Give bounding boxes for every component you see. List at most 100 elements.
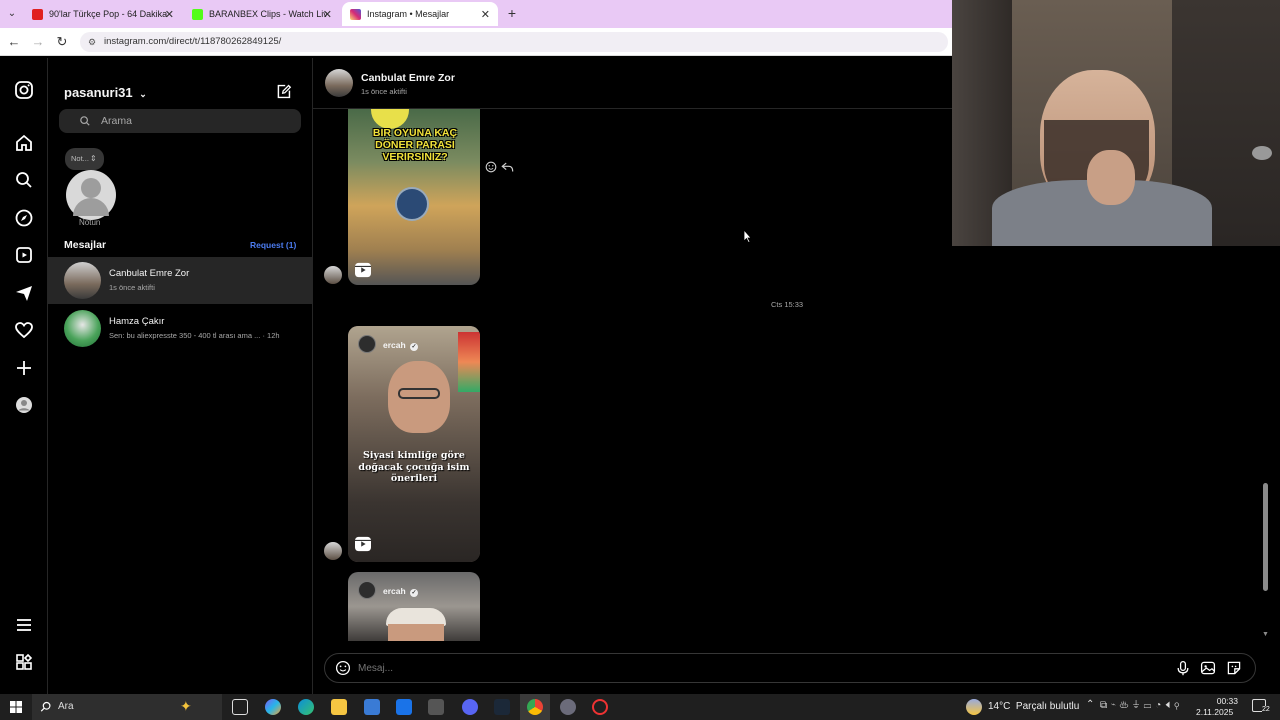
more-menu-icon[interactable] [14, 615, 34, 635]
store-icon[interactable] [364, 699, 380, 715]
shared-reel-card[interactable]: BIR OYUNA KAÇ DÖNER PARASI VERIRSINIZ? [348, 109, 480, 285]
chrome-icon[interactable] [527, 699, 543, 715]
tab-title: BARANBEX Clips - Watch Live o [209, 9, 327, 19]
tab-baranbex[interactable]: BARANBEX Clips - Watch Live o ✕ [184, 2, 340, 26]
messages-direct-icon[interactable] [14, 283, 34, 303]
conversation-preview-text: Sen: bu aliexpresste 350 - 400 tl arası … [109, 331, 261, 340]
reel-author: ercah ✓ [383, 586, 419, 597]
weather-icon [966, 699, 982, 715]
scrollbar-thumb[interactable] [1263, 483, 1268, 591]
search-icon[interactable] [14, 170, 34, 190]
system-tray-icons[interactable]: ⧉⌁♨⏚▭◔⏴⚲ [1100, 700, 1183, 711]
tab-list-chevron-icon[interactable]: ⌄ [4, 6, 20, 22]
youtube-favicon-icon [32, 8, 43, 20]
windows-start-icon[interactable] [10, 701, 22, 713]
new-tab-plus-icon[interactable]: + [504, 5, 520, 21]
back-arrow-icon[interactable]: ← [6, 34, 22, 50]
clock-time[interactable]: 00:33 [1206, 696, 1238, 706]
updown-icon: ⇕ [90, 154, 97, 163]
outlook-icon[interactable] [396, 699, 412, 715]
sticker-icon[interactable] [1226, 660, 1242, 676]
instagram-favicon-icon [350, 8, 361, 20]
tab-close-icon[interactable]: ✕ [323, 8, 332, 21]
contact-name[interactable]: Canbulat Emre Zor [361, 72, 455, 84]
search-input[interactable]: Arama [59, 109, 301, 133]
background-poster [458, 332, 480, 392]
forward-arrow-icon[interactable]: → [30, 34, 46, 50]
taskbar-search-box[interactable]: Ara ✦ [32, 694, 222, 720]
scroll-down-arrow-icon[interactable]: ▼ [1262, 631, 1269, 638]
messages-header: Mesajlar [64, 239, 107, 251]
search-icon [80, 116, 90, 126]
tab-instagram[interactable]: Instagram • Mesajlar ✕ [342, 2, 498, 26]
url-text: instagram.com/direct/t/118780262849125/ [104, 36, 282, 47]
reload-icon[interactable]: ↻ [54, 34, 70, 50]
url-field[interactable]: ⚙ instagram.com/direct/t/118780262849125… [80, 32, 948, 52]
note-avatar[interactable] [66, 170, 116, 220]
room-lamp [1252, 146, 1272, 160]
shared-reel-card[interactable]: ercah ✓ Siyasi kimliğe göre doğacak çocu… [348, 326, 480, 562]
tab-close-icon[interactable]: ✕ [165, 8, 174, 21]
reel-badge-icon [354, 536, 372, 557]
create-plus-icon[interactable] [14, 358, 34, 378]
emoji-picker-icon[interactable] [335, 660, 351, 676]
explore-compass-icon[interactable] [14, 208, 34, 228]
browser-tab-bar: ⌄ 90'lar Türkçe Pop - 64 Dakika / ✕ BARA… [0, 0, 952, 28]
notification-count: 22 [1262, 706, 1270, 713]
obs-icon[interactable] [592, 699, 608, 715]
app-icon[interactable] [428, 699, 444, 715]
tray-chevron-icon[interactable]: ⌃ [1086, 699, 1094, 710]
note-bubble[interactable]: Not... ⇕ [65, 148, 104, 170]
conversation-row-hamza[interactable]: Hamza Çakır Sen: bu aliexpresste 350 - 4… [48, 305, 313, 352]
edge-icon[interactable] [298, 699, 314, 715]
kick-favicon-icon [192, 8, 203, 20]
mouse-cursor-icon [743, 229, 752, 243]
tab-title: Instagram • Mesajlar [367, 9, 450, 19]
requests-link[interactable]: Request (1) [250, 240, 296, 250]
contact-avatar[interactable] [325, 69, 353, 97]
microphone-icon[interactable] [1175, 660, 1191, 676]
shared-reel-card[interactable]: ercah ✓ [348, 572, 480, 641]
avatar-body-icon [73, 198, 109, 216]
clock-date[interactable]: 2.11.2025 [1196, 707, 1233, 717]
also-from-meta-icon[interactable] [14, 652, 34, 672]
glasses-shape [398, 388, 440, 399]
windows-taskbar: Ara ✦ 14°C Parçalı bulutlu ⌃ ⧉⌁♨⏚▭◔⏴⚲ 00… [0, 694, 1280, 720]
note-bubble-text: Not... [71, 154, 89, 163]
account-switcher[interactable]: pasanuri31 ⌄ [64, 85, 147, 100]
message-composer[interactable] [324, 653, 1256, 683]
site-info-icon[interactable]: ⚙ [88, 32, 96, 52]
copilot-icon[interactable] [265, 699, 281, 715]
weather-text[interactable]: 14°C Parçalı bulutlu [988, 701, 1079, 712]
discord-icon[interactable] [462, 699, 478, 715]
sender-avatar [324, 542, 342, 560]
app-icon[interactable] [560, 699, 576, 715]
photo-gallery-icon[interactable] [1200, 660, 1216, 676]
conversation-row-canbulat[interactable]: Canbulat Emre Zor 1s önce aktifti [48, 257, 313, 304]
reels-icon[interactable] [14, 245, 34, 265]
steam-icon[interactable] [494, 699, 510, 715]
reel-author-name: ercah [383, 340, 406, 350]
conversation-time: · 12h [262, 331, 280, 340]
conversation-name: Hamza Çakır [109, 316, 165, 327]
profile-avatar-icon[interactable] [14, 395, 34, 415]
tab-close-icon[interactable]: ✕ [481, 8, 490, 21]
new-message-compose-icon[interactable] [275, 83, 292, 100]
task-view-icon[interactable] [232, 699, 248, 715]
message-timestamp: Cts 15:33 [771, 300, 804, 309]
search-highlight-icon: ✦ [180, 698, 192, 714]
reel-author: ercah ✓ [383, 340, 419, 351]
reply-arrow-icon[interactable] [501, 161, 514, 173]
username: pasanuri31 [64, 85, 133, 100]
home-icon[interactable] [14, 133, 34, 153]
conversation-name: Canbulat Emre Zor [109, 268, 190, 279]
streamer-hand [1087, 150, 1135, 205]
avatar-head-icon [81, 178, 101, 198]
emoji-react-icon[interactable] [485, 161, 497, 173]
doner-emblem-icon [395, 187, 429, 221]
notifications-heart-icon[interactable] [14, 320, 34, 340]
file-explorer-icon[interactable] [331, 699, 347, 715]
tab-90lar[interactable]: 90'lar Türkçe Pop - 64 Dakika / ✕ [24, 2, 182, 26]
message-input[interactable] [358, 660, 1118, 676]
instagram-logo-icon[interactable] [14, 80, 34, 100]
